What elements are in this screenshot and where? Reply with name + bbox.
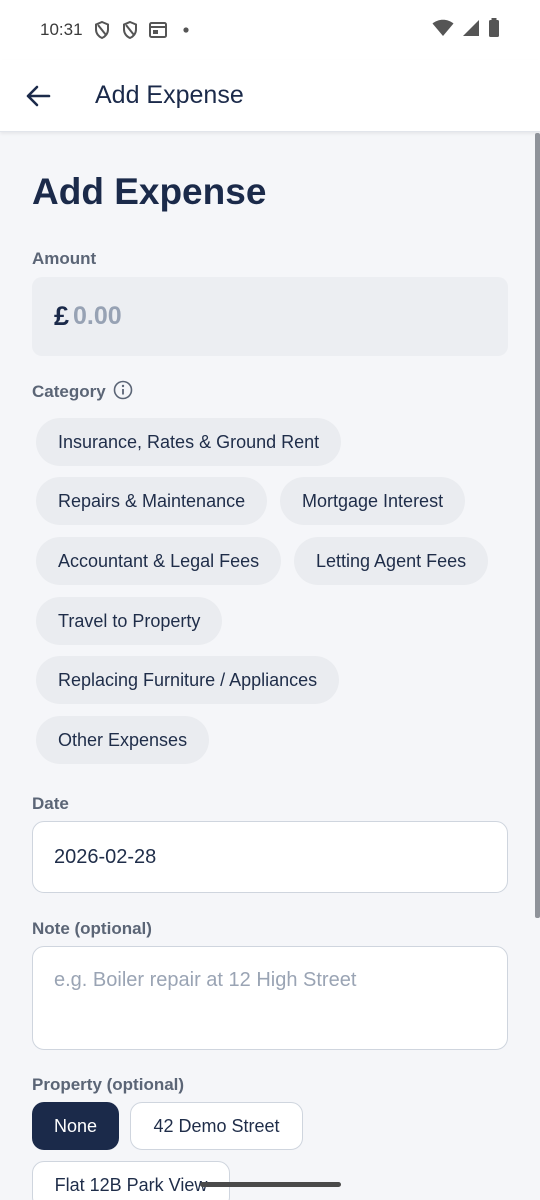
app-bar-title: Add Expense [95, 81, 244, 109]
category-label: Category [32, 382, 106, 401]
signal-icon [462, 19, 480, 42]
amount-label: Amount [32, 249, 97, 268]
info-icon[interactable] [113, 380, 133, 400]
property-label: Property (optional) [32, 1075, 185, 1094]
shield-icon [93, 21, 111, 39]
category-chip-repairs[interactable]: Repairs & Maintenance [36, 477, 268, 525]
note-label: Note (optional) [32, 919, 152, 938]
app-bar: Add Expense [0, 60, 540, 132]
category-chip-insurance[interactable]: Insurance, Rates & Ground Rent [36, 418, 342, 466]
note-field[interactable]: e.g. Boiler repair at 12 High Street [32, 946, 508, 1050]
note-placeholder: e.g. Boiler repair at 12 High Street [54, 969, 357, 991]
scrollbar[interactable] [535, 133, 540, 918]
currency-symbol: £ [54, 301, 70, 331]
status-bar: 10:31 [0, 0, 540, 60]
status-right [432, 18, 500, 42]
category-chip-other[interactable]: Other Expenses [36, 716, 210, 764]
property-chip-flat-12b[interactable]: Flat 12B Park View [32, 1161, 230, 1200]
date-field[interactable]: 2026-02-28 [32, 821, 508, 893]
wifi-icon [432, 19, 454, 42]
arrow-left-icon [26, 85, 51, 106]
battery-icon [488, 18, 500, 42]
date-label: Date [32, 794, 69, 813]
category-chip-furniture[interactable]: Replacing Furniture / Appliances [36, 656, 340, 704]
dot-icon [177, 21, 195, 39]
amount-input[interactable] [73, 302, 454, 331]
property-chip-42-demo-street[interactable]: 42 Demo Street [130, 1102, 303, 1150]
home-indicator[interactable] [200, 1182, 341, 1187]
property-chip-none[interactable]: None [32, 1102, 119, 1150]
back-button[interactable] [18, 76, 58, 116]
category-chip-mortgage[interactable]: Mortgage Interest [280, 477, 466, 525]
category-chip-travel[interactable]: Travel to Property [36, 597, 223, 645]
category-chip-accountant[interactable]: Accountant & Legal Fees [36, 537, 282, 585]
status-time: 10:31 [40, 20, 83, 39]
category-chip-letting-agent[interactable]: Letting Agent Fees [294, 537, 489, 585]
shield-icon [121, 21, 139, 39]
page-title: Add Expense [32, 171, 267, 212]
date-value: 2026-02-28 [54, 845, 157, 868]
amount-field[interactable]: £ [32, 277, 508, 356]
form-content[interactable]: Add Expense Amount £ Category Insurance,… [0, 133, 540, 1200]
calendar-icon [148, 21, 167, 39]
